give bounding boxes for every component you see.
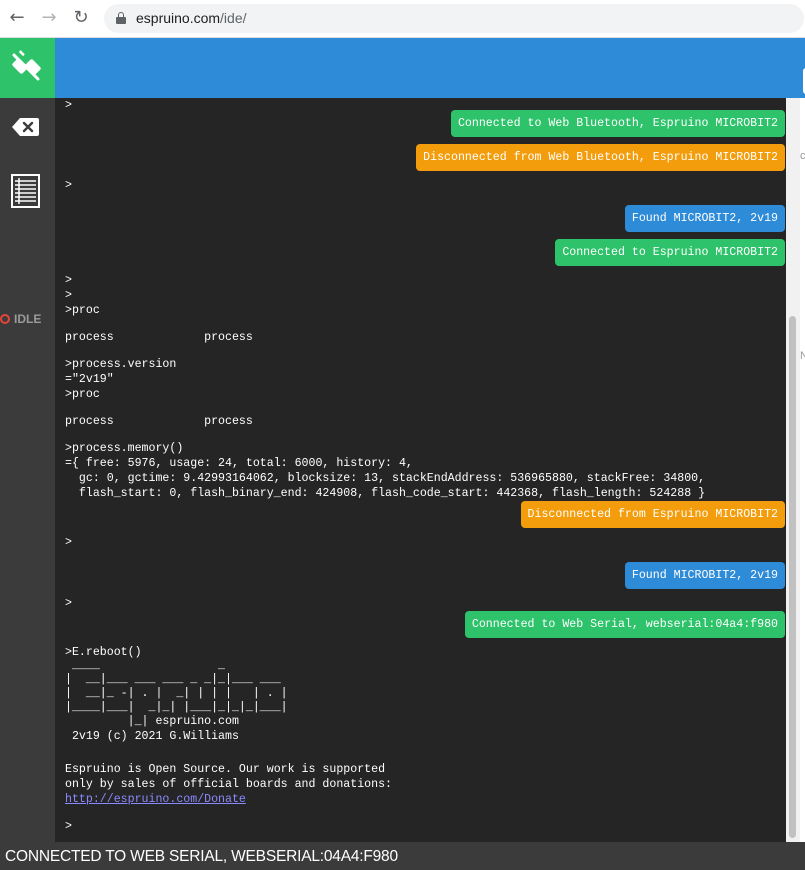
url-domain: espruino.com <box>136 10 221 26</box>
connection-notice: Disconnected from Espruino MICROBIT2 <box>520 501 785 528</box>
right-panel-fragment: c <box>800 150 805 162</box>
terminal-line: http://espruino.com/Donate <box>65 792 246 807</box>
terminal-line: | __|_ -| . | _| | | | | . | <box>65 687 288 700</box>
code-listing-icon[interactable] <box>11 174 40 213</box>
terminal-line: | __|___ ___ ___ _ _|_|___ ___ <box>65 673 281 686</box>
terminal-line: > <box>65 820 72 833</box>
browser-toolbar: ← → ↻ espruino.com/ide/ <box>0 0 805 38</box>
plug-disconnected-icon <box>12 50 41 81</box>
connection-notice: Found MICROBIT2, 2v19 <box>624 562 785 589</box>
status-bar: CONNECTED TO WEB SERIAL, WEBSERIAL:04A4:… <box>0 842 805 870</box>
terminal-line: flash_start: 0, flash_binary_end: 424908… <box>65 487 706 500</box>
terminal-line: > <box>65 274 72 287</box>
lock-icon <box>116 12 126 24</box>
ide-toolbar <box>0 38 805 98</box>
terminal-line: ____ _ <box>65 659 226 672</box>
terminal-line: |____|___| _|_| |___|_|_|_|___| <box>65 701 288 714</box>
terminal-line: gc: 0, gctime: 9.42993164062, blocksize:… <box>65 472 706 485</box>
url-path: /ide/ <box>220 10 247 26</box>
connection-notice: Found MICROBIT2, 2v19 <box>624 205 785 232</box>
arrow-back-icon[interactable]: ← <box>6 7 28 29</box>
status-indicator-icon <box>0 314 10 324</box>
terminal-line: |_| espruino.com <box>65 715 239 728</box>
backspace-clear-icon[interactable] <box>12 118 39 141</box>
right-panel-tab[interactable] <box>801 66 805 96</box>
terminal-line: ="2v19" <box>65 373 114 386</box>
connection-notice: Disconnected from Web Bluetooth, Espruin… <box>416 144 785 171</box>
right-panel-edge <box>800 98 805 842</box>
terminal-line: > <box>65 536 72 549</box>
terminal-line: > <box>65 179 72 192</box>
connection-notice: Connected to Web Bluetooth, Espruino MIC… <box>450 110 785 137</box>
terminal-line: 2v19 (c) 2021 G.Williams <box>65 730 239 743</box>
sidebar: IDLE <box>0 98 55 842</box>
url-text[interactable]: espruino.com/ide/ <box>136 10 247 26</box>
address-bar[interactable]: espruino.com/ide/ <box>104 4 804 33</box>
reload-icon[interactable]: ↻ <box>70 7 92 29</box>
terminal-line: process process <box>65 331 253 344</box>
connection-notice: Connected to Web Serial, webserial:04a4:… <box>464 611 785 638</box>
terminal-line: only by sales of official boards and don… <box>65 778 392 791</box>
terminal-line: >proc <box>65 388 100 401</box>
terminal-line: Espruino is Open Source. Our work is sup… <box>65 763 386 776</box>
status-label: IDLE <box>14 312 42 326</box>
connect-button[interactable] <box>0 38 55 98</box>
terminal-line: process process <box>65 415 253 428</box>
connection-status-text: CONNECTED TO WEB SERIAL, WEBSERIAL:04A4:… <box>5 848 398 865</box>
connection-notice: Connected to Espruino MICROBIT2 <box>555 239 785 266</box>
arrow-forward-icon[interactable]: → <box>38 7 60 29</box>
terminal-line: >process.version <box>65 358 177 371</box>
terminal-line: >process.memory() <box>65 442 184 455</box>
right-panel-fragment: N <box>800 350 805 362</box>
donate-link[interactable]: http://espruino.com/Donate <box>65 793 246 806</box>
terminal-line: > <box>65 597 72 610</box>
terminal-line: > <box>65 289 72 302</box>
terminal-line: > <box>65 99 72 112</box>
terminal[interactable]: > > > > >proc process process >process.version… <box>55 98 786 842</box>
terminal-line: >proc <box>65 304 100 317</box>
terminal-line: ={ free: 5976, usage: 24, total: 6000, h… <box>65 457 413 470</box>
scrollbar-thumb[interactable] <box>789 316 796 838</box>
terminal-scrollbar[interactable] <box>786 98 800 842</box>
